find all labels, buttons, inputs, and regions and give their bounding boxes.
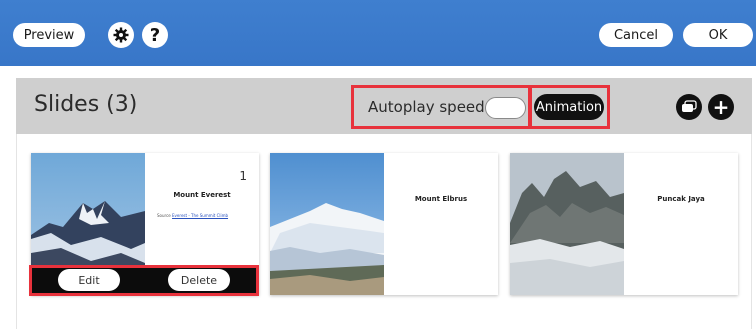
slide-details: Puncak Jaya bbox=[624, 153, 738, 295]
slide-card-2[interactable]: Mount Elbrus bbox=[270, 153, 498, 295]
cancel-button[interactable]: Cancel bbox=[599, 23, 673, 47]
help-button[interactable]: ? bbox=[142, 22, 168, 48]
preview-button[interactable]: Preview bbox=[13, 23, 85, 47]
autoplay-toggle[interactable] bbox=[485, 97, 526, 119]
slide-number: 1 bbox=[239, 169, 247, 183]
delete-button[interactable]: Delete bbox=[168, 269, 230, 291]
animation-button[interactable]: Animation bbox=[534, 94, 604, 120]
duplicate-button[interactable] bbox=[676, 94, 702, 120]
gear-icon bbox=[113, 27, 129, 43]
source-link[interactable]: Everest - The Summit Climb bbox=[172, 213, 228, 218]
slide-source: Source Everest - The Summit Climb bbox=[157, 213, 228, 218]
plus-icon: + bbox=[712, 95, 730, 119]
slide-title: Mount Elbrus bbox=[414, 195, 468, 203]
slide-title: Puncak Jaya bbox=[657, 195, 705, 203]
slide-title: Mount Everest bbox=[173, 191, 231, 199]
autoplay-label: Autoplay speed bbox=[368, 98, 485, 116]
slide-image-elbrus bbox=[270, 153, 384, 295]
help-icon: ? bbox=[149, 24, 161, 46]
ok-button[interactable]: OK bbox=[683, 23, 753, 47]
slide-details: Mount Elbrus bbox=[384, 153, 498, 295]
duplicate-icon bbox=[682, 100, 697, 112]
settings-button[interactable] bbox=[108, 22, 134, 48]
add-slide-button[interactable]: + bbox=[708, 94, 734, 120]
page-title: Slides (3) bbox=[34, 92, 138, 117]
edit-button[interactable]: Edit bbox=[58, 269, 120, 291]
source-prefix: Source bbox=[157, 213, 171, 218]
slide-image-puncak-jaya bbox=[510, 153, 624, 295]
slide-card-3[interactable]: Puncak Jaya bbox=[510, 153, 738, 295]
